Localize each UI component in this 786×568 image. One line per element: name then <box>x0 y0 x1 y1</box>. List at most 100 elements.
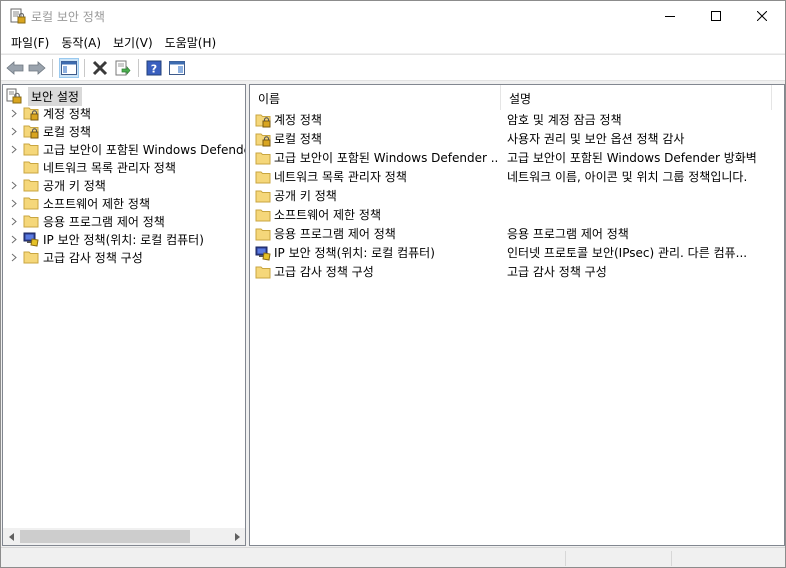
window-title: 로컬 보안 정책 <box>31 10 105 24</box>
status-separator <box>565 551 566 566</box>
menu-action[interactable]: 동작(A) <box>55 31 107 53</box>
tree-item-label: 계정 정책 <box>43 106 91 121</box>
tree-item-label: 응용 프로그램 제어 정책 <box>43 214 165 229</box>
list-item[interactable]: 소프트웨어 제한 정책 <box>250 205 784 224</box>
app-icon <box>10 8 26 24</box>
forward-button[interactable] <box>27 58 47 78</box>
help-button[interactable]: ? <box>144 58 164 78</box>
folder-icon <box>23 251 39 264</box>
chevron-right-icon[interactable] <box>9 140 19 158</box>
tree-item-public-key-policies[interactable]: 공개 키 정책 <box>9 176 106 194</box>
chevron-right-icon[interactable] <box>9 176 19 194</box>
security-settings-icon <box>6 88 22 104</box>
chevron-right-icon[interactable] <box>9 104 19 122</box>
properties-pane-button[interactable] <box>167 58 187 78</box>
tree-item-advanced-audit-policy[interactable]: 고급 감사 정책 구성 <box>9 248 143 266</box>
list-item-name: 응용 프로그램 제어 정책 <box>274 227 396 241</box>
export-list-button[interactable] <box>113 58 133 78</box>
list-item-description: 암호 및 계정 잠금 정책 <box>507 113 622 127</box>
tree-item-local-policies[interactable]: 로컬 정책 <box>9 122 91 140</box>
menu-help[interactable]: 도움말(H) <box>159 31 223 53</box>
close-button[interactable] <box>739 1 785 31</box>
chevron-right-icon[interactable] <box>9 230 19 248</box>
column-divider[interactable] <box>771 85 772 110</box>
tree-item-label: 고급 보안이 포함된 Windows Defender 방화벽 <box>43 142 245 157</box>
list-item[interactable]: 고급 감사 정책 구성 고급 감사 정책 구성 <box>250 262 784 281</box>
tree-item-software-restriction-policies[interactable]: 소프트웨어 제한 정책 <box>9 194 150 212</box>
toolbar-separator <box>52 59 53 77</box>
list-item[interactable]: 네트워크 목록 관리자 정책 네트워크 이름, 아이콘 및 위치 그룹 정책입니… <box>250 167 784 186</box>
toolbar-separator <box>138 59 139 77</box>
tree-item-windows-defender-firewall[interactable]: 고급 보안이 포함된 Windows Defender 방화벽 <box>9 140 245 158</box>
title-bar[interactable]: 로컬 보안 정책 <box>1 1 785 31</box>
list-item-description: 고급 감사 정책 구성 <box>507 265 607 279</box>
list-item-name: IP 보안 정책(위치: 로컬 컴퓨터) <box>274 246 435 260</box>
chevron-right-icon[interactable] <box>9 248 19 266</box>
tree-item-label: IP 보안 정책(위치: 로컬 컴퓨터) <box>43 232 204 247</box>
list-item[interactable]: IP 보안 정책(위치: 로컬 컴퓨터) 인터넷 프로토콜 보안(IPsec) … <box>250 243 784 262</box>
list-item-description: 고급 보안이 포함된 Windows Defender 방화벽 <box>507 151 757 165</box>
folder-icon <box>255 190 271 202</box>
delete-button[interactable] <box>90 58 110 78</box>
tree-item-label: 네트워크 목록 관리자 정책 <box>43 160 176 175</box>
properties-pane-icon <box>169 61 185 75</box>
export-list-icon <box>115 60 131 76</box>
tree-root-label: 보안 설정 <box>28 86 82 106</box>
local-security-policy-window: 로컬 보안 정책 파일(F) 동작(A) 보기(V) 도움말(H) ? 보안 설… <box>0 0 786 568</box>
folder-icon <box>23 215 39 228</box>
list-item[interactable]: 응용 프로그램 제어 정책 응용 프로그램 제어 정책 <box>250 224 784 243</box>
list-item-name: 공개 키 정책 <box>274 189 337 203</box>
back-arrow-icon <box>6 61 24 75</box>
toolbar: ? <box>1 54 785 81</box>
close-icon <box>757 11 767 21</box>
folder-icon <box>23 179 39 192</box>
maximize-button[interactable] <box>693 1 739 31</box>
tree-root-security-settings[interactable]: 보안 설정 <box>6 86 82 106</box>
folder-icon <box>23 197 39 210</box>
chevron-right-icon[interactable] <box>9 194 19 212</box>
tree-item-application-control-policies[interactable]: 응용 프로그램 제어 정책 <box>9 212 165 230</box>
folder-icon <box>255 171 271 183</box>
lock-folder-icon <box>23 107 39 121</box>
show-hide-console-tree-button[interactable] <box>59 58 79 78</box>
folder-icon <box>255 209 271 221</box>
tree-item-account-policies[interactable]: 계정 정책 <box>9 104 91 122</box>
tree-horizontal-scrollbar[interactable] <box>3 528 245 545</box>
list-item[interactable]: 계정 정책 암호 및 계정 잠금 정책 <box>250 110 784 129</box>
list-item-name: 소프트웨어 제한 정책 <box>274 208 381 222</box>
list-item[interactable]: 고급 보안이 포함된 Windows Defender ... 고급 보안이 포… <box>250 148 784 167</box>
column-header-name[interactable]: 이름 <box>250 85 280 110</box>
folder-icon <box>255 228 271 240</box>
list-item[interactable]: 공개 키 정책 <box>250 186 784 205</box>
status-separator <box>671 551 672 566</box>
minimize-button[interactable] <box>647 1 693 31</box>
scroll-right-button[interactable] <box>228 528 245 545</box>
list-item-description: 사용자 권리 및 보안 옵션 정책 감사 <box>507 132 685 146</box>
ipsec-policy-icon <box>255 246 271 261</box>
tree-item-label: 로컬 정책 <box>43 124 91 139</box>
chevron-right-icon[interactable] <box>9 122 19 140</box>
delete-icon <box>92 60 108 76</box>
chevron-right-icon[interactable] <box>9 212 19 230</box>
list-item[interactable]: 로컬 정책 사용자 권리 및 보안 옵션 정책 감사 <box>250 129 784 148</box>
back-button[interactable] <box>5 58 25 78</box>
lock-folder-icon <box>255 114 271 127</box>
svg-text:?: ? <box>151 63 157 76</box>
list-item-name: 네트워크 목록 관리자 정책 <box>274 170 407 184</box>
status-bar <box>1 547 785 567</box>
tree-item-network-list-manager-policies[interactable]: 네트워크 목록 관리자 정책 <box>9 158 176 176</box>
tree-item-label: 공개 키 정책 <box>43 178 106 193</box>
chevron-right-icon <box>234 532 240 541</box>
scrollbar-thumb[interactable] <box>20 530 190 543</box>
column-header-description[interactable]: 설명 <box>501 85 531 110</box>
tree-item-ip-security-policies[interactable]: IP 보안 정책(위치: 로컬 컴퓨터) <box>9 230 204 248</box>
console-tree-pane[interactable]: 보안 설정 계정 정책 로컬 정책 고급 보안이 포함된 Windows Def… <box>2 84 246 546</box>
details-list-pane[interactable]: 이름 설명 계정 정책 암호 및 계정 잠금 정책 로컬 정책 사용자 권리 및… <box>249 84 785 546</box>
menu-file[interactable]: 파일(F) <box>5 31 55 53</box>
folder-icon <box>23 143 39 156</box>
scroll-left-button[interactable] <box>3 528 20 545</box>
minimize-icon <box>665 16 675 17</box>
menu-view[interactable]: 보기(V) <box>107 31 159 53</box>
list-item-name: 고급 보안이 포함된 Windows Defender ... <box>274 151 499 165</box>
list-item-description: 인터넷 프로토콜 보안(IPsec) 관리. 다른 컴퓨... <box>507 246 748 260</box>
